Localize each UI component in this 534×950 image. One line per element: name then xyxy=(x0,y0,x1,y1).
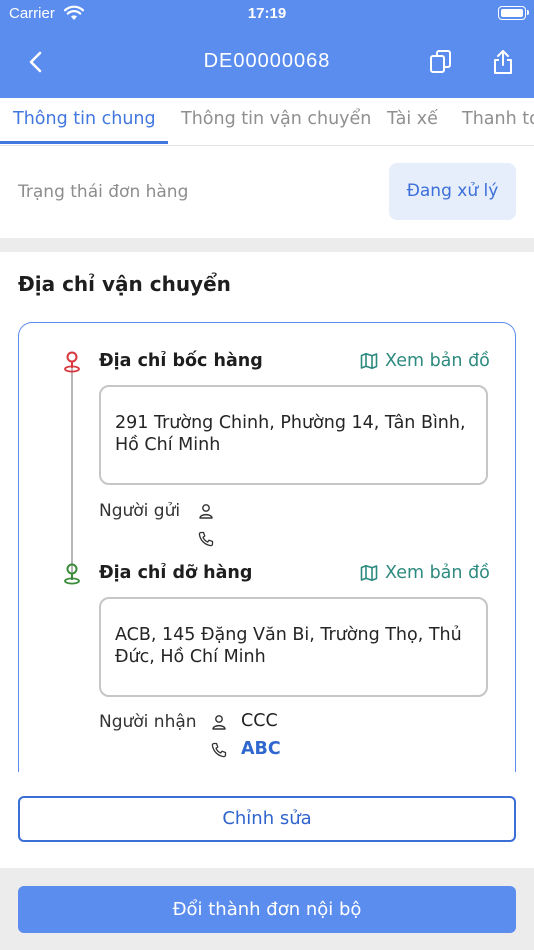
edit-button[interactable]: Chỉnh sửa xyxy=(18,796,516,842)
sender-label: Người gửi xyxy=(99,501,181,521)
route-timeline xyxy=(71,367,73,577)
order-status-badge: Đang xử lý xyxy=(389,163,516,220)
tab-driver[interactable]: Tài xế xyxy=(387,109,438,129)
phone-icon xyxy=(211,742,227,758)
shipping-section-title: Địa chỉ vận chuyển xyxy=(18,272,231,296)
dropoff-address-box: ACB, 145 Đặng Văn Bi, Trường Thọ, Thủ Đứ… xyxy=(99,597,488,697)
section-divider xyxy=(0,238,534,252)
tab-general-info[interactable]: Thông tin chung xyxy=(13,109,156,129)
order-status-label: Trạng thái đơn hàng xyxy=(18,182,189,202)
pickup-address-label: Địa chỉ bốc hàng xyxy=(99,351,263,371)
copy-icon[interactable] xyxy=(428,48,454,76)
dropoff-address-label: Địa chỉ dỡ hàng xyxy=(99,563,253,583)
order-status-row: Trạng thái đơn hàng Đang xử lý xyxy=(0,146,534,238)
status-bar: Carrier 17:19 xyxy=(0,0,534,28)
receiver-label: Người nhận xyxy=(99,712,197,732)
dropoff-map-link[interactable]: Xem bản đồ xyxy=(385,563,490,583)
map-icon[interactable] xyxy=(360,564,378,582)
shipping-address-card: Địa chỉ bốc hàng Xem bản đồ 291 Trường C… xyxy=(18,322,516,772)
bottom-action-bar: Đổi thành đơn nội bộ xyxy=(0,868,534,950)
dropoff-pin-icon xyxy=(64,563,80,585)
clock: 17:19 xyxy=(247,5,287,22)
tab-payment[interactable]: Thanh toán xyxy=(462,109,534,129)
share-icon[interactable] xyxy=(490,48,516,76)
person-icon xyxy=(199,504,213,519)
phone-icon xyxy=(198,531,214,547)
active-tab-indicator xyxy=(0,141,168,144)
pickup-pin-icon xyxy=(64,351,80,373)
pickup-map-link[interactable]: Xem bản đồ xyxy=(385,351,490,371)
convert-to-internal-order-button[interactable]: Đổi thành đơn nội bộ xyxy=(18,886,516,933)
tab-bar: Thông tin chung Thông tin vận chuyển Tài… xyxy=(0,98,534,146)
map-icon[interactable] xyxy=(360,352,378,370)
tab-shipping-info[interactable]: Thông tin vận chuyển xyxy=(181,109,371,129)
pickup-address-box: 291 Trường Chinh, Phường 14, Tân Bình, H… xyxy=(99,385,488,485)
receiver-phone[interactable]: ABC xyxy=(241,739,281,759)
receiver-name: CCC xyxy=(241,711,278,731)
battery-icon xyxy=(498,6,529,20)
app-header: Carrier 17:19 DE00000068 xyxy=(0,0,534,98)
person-icon xyxy=(212,715,226,730)
